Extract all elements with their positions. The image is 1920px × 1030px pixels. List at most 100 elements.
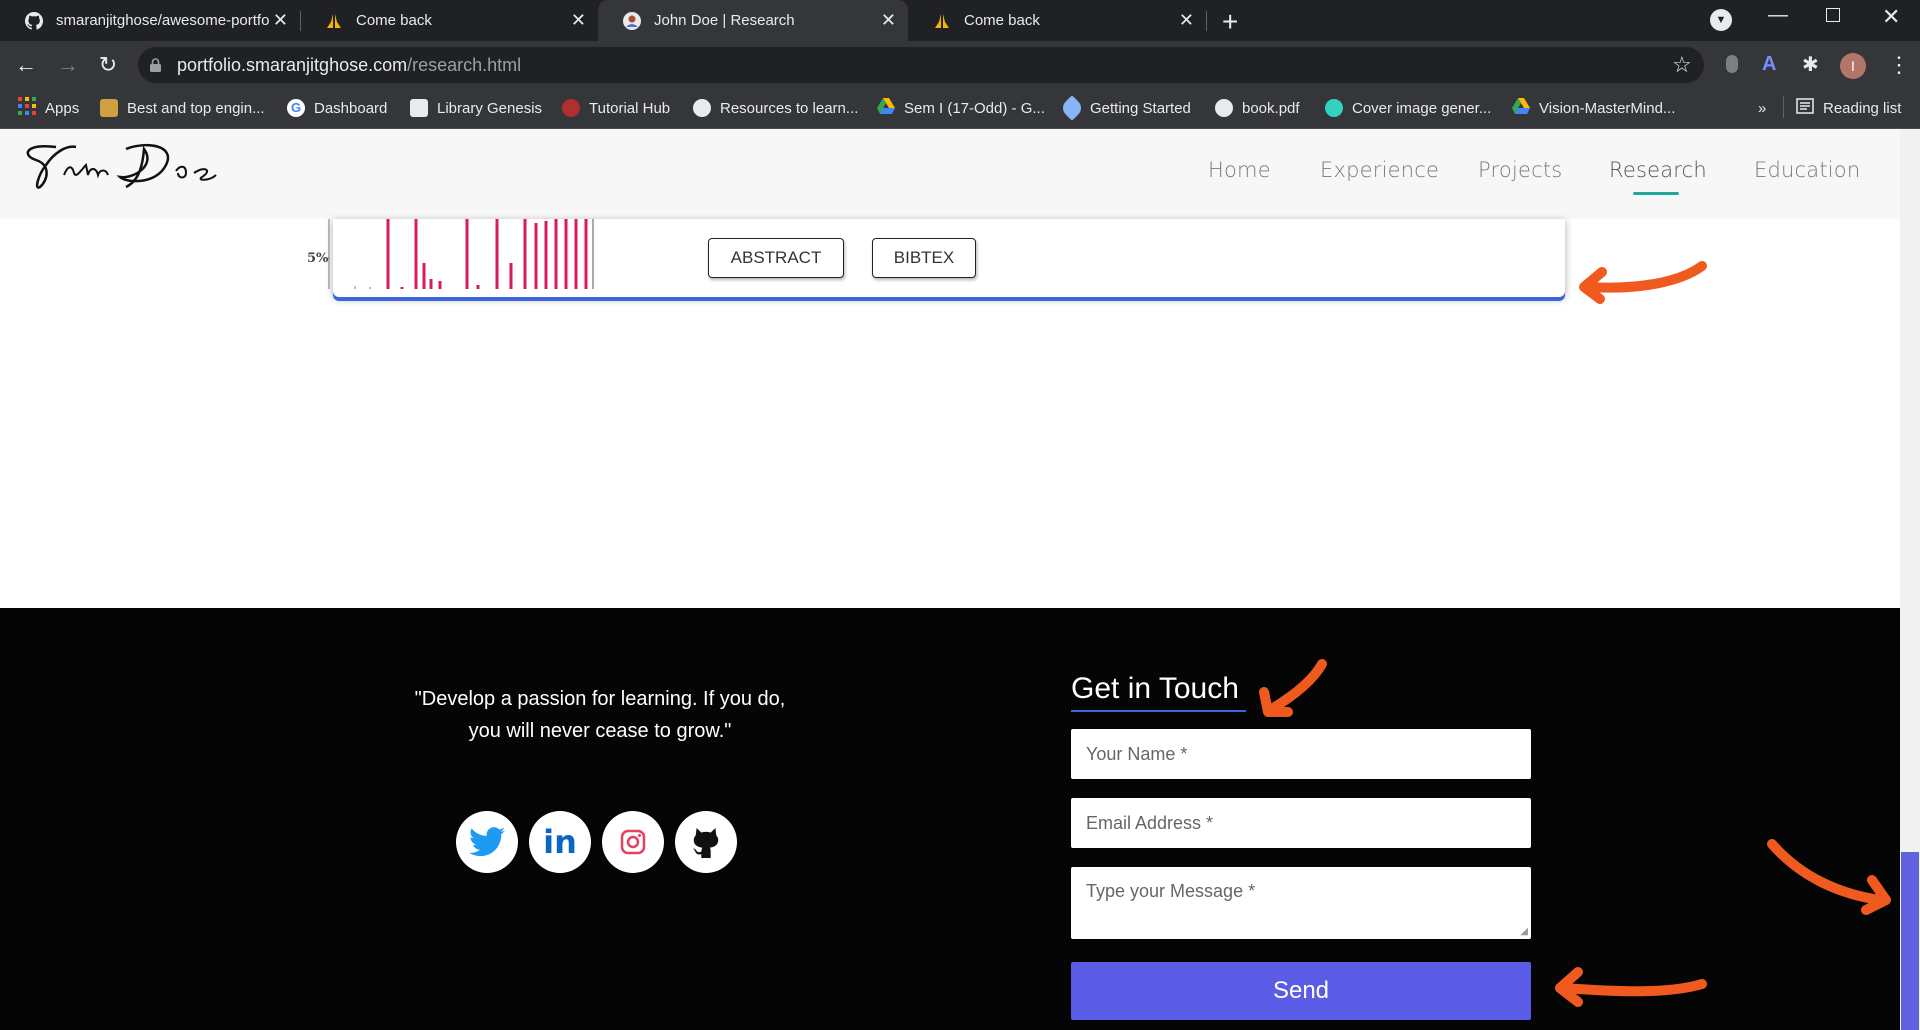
bookmark-library-genesis[interactable]: Library Genesis [410, 95, 542, 121]
bookmark-label: Getting Started [1090, 99, 1191, 117]
tab-title: John Doe | Research [654, 12, 795, 29]
close-icon[interactable]: ✕ [273, 10, 288, 31]
get-in-touch-heading: Get in Touch [1071, 672, 1239, 705]
bookmark-label: Library Genesis [437, 99, 543, 117]
drive-icon [877, 98, 895, 118]
book-icon [410, 99, 428, 117]
close-icon[interactable]: ✕ [881, 10, 896, 31]
quote-line: you will never cease to grow." [468, 720, 732, 742]
tab-title: Come back [964, 12, 1040, 29]
close-icon[interactable]: ✕ [1179, 10, 1194, 31]
globe-icon [1215, 99, 1233, 117]
back-arrow-icon[interactable]: ← [14, 52, 38, 77]
github-icon [24, 11, 44, 31]
praying-hands-icon [932, 11, 952, 31]
footer-quote: "Develop a passion for learning. If you … [390, 683, 810, 747]
bookmark-label: book.pdf [1242, 99, 1300, 117]
tab-title: Come back [356, 12, 432, 29]
close-icon[interactable]: ✕ [571, 10, 586, 31]
reading-list-icon [1796, 98, 1814, 118]
email-field[interactable]: Email Address * [1071, 798, 1531, 848]
bookmark-apps[interactable]: Apps [18, 95, 79, 121]
page-scrollbar-thumb[interactable] [1901, 852, 1919, 1030]
bookmark-label: Tutorial Hub [589, 99, 671, 117]
minimize-icon[interactable]: — [1768, 4, 1788, 27]
profile-avatar[interactable]: I [1840, 53, 1866, 79]
spider-icon [562, 99, 580, 117]
lock-icon[interactable] [150, 58, 161, 72]
google-icon: G [287, 99, 305, 117]
name-placeholder: Your Name * [1086, 743, 1188, 764]
tab-search-icon[interactable]: ▼ [1710, 9, 1732, 31]
bookmark-cover-image[interactable]: Cover image gener... [1325, 95, 1491, 121]
twitter-icon[interactable] [456, 811, 518, 873]
puzzle-extensions-icon[interactable]: ✱ [1802, 52, 1819, 77]
tab-come-back-2[interactable]: Come back ✕ [908, 0, 1206, 41]
url-text[interactable]: portfolio.smaranjitghose.com/research.ht… [177, 55, 521, 76]
bookmark-vision-mastermind[interactable]: Vision-MasterMind... [1512, 95, 1675, 121]
apps-grid-icon [18, 97, 36, 119]
site-footer [0, 608, 1900, 1030]
site-icon [100, 99, 118, 117]
drive-icon [1512, 98, 1530, 118]
bookmark-divider [1783, 96, 1784, 118]
github-icon [693, 99, 711, 117]
active-nav-underline [1633, 192, 1679, 195]
bookmark-label: Vision-MasterMind... [1539, 99, 1676, 117]
bibtex-button[interactable]: BIBTEX [872, 238, 976, 278]
github-icon[interactable] [675, 811, 737, 873]
tab-github[interactable]: smaranjitghose/awesome-portfo ✕ [0, 0, 300, 41]
bookmarks-overflow-button[interactable]: » [1758, 95, 1766, 121]
john-doe-signature-logo[interactable] [16, 135, 236, 195]
window-close-icon[interactable]: ✕ [1882, 4, 1900, 30]
bookmark-tutorial-hub[interactable]: Tutorial Hub [562, 95, 670, 121]
reload-icon[interactable]: ↻ [96, 52, 120, 77]
bookmark-label: Dashboard [314, 99, 388, 117]
tab-come-back-1[interactable]: Come back ✕ [300, 0, 598, 41]
email-placeholder: Email Address * [1086, 812, 1214, 833]
linkedin-icon[interactable]: in [529, 811, 591, 873]
kebab-menu-icon[interactable]: ⋮ [1888, 52, 1910, 78]
bookmark-label: Sem I (17-Odd) - G... [904, 99, 1045, 117]
profile-initial: I [1851, 58, 1855, 74]
abstract-button[interactable]: ABSTRACT [708, 238, 844, 278]
extension-icon[interactable] [1726, 55, 1738, 73]
praying-hands-icon [324, 11, 344, 31]
bookmark-label: Resources to learn... [720, 99, 859, 117]
bookmark-label: Cover image gener... [1352, 99, 1492, 117]
paper-figure-thumbnail: 5% [300, 219, 600, 291]
rocket-icon [1059, 95, 1085, 121]
tab-divider [1206, 11, 1207, 31]
tab-title: smaranjitghose/awesome-portfo [56, 12, 270, 29]
reading-list-button[interactable]: Reading list [1796, 95, 1901, 121]
send-button[interactable]: Send [1071, 962, 1531, 1020]
star-bookmark-icon[interactable]: ☆ [1672, 52, 1692, 78]
avatar-icon [622, 11, 642, 31]
bookmark-getting-started[interactable]: Getting Started [1059, 95, 1191, 121]
overflow-chevron-icon: » [1758, 99, 1767, 117]
nav-research[interactable]: Research [1609, 158, 1707, 182]
instagram-icon[interactable] [602, 811, 664, 873]
nav-experience[interactable]: Experience [1320, 158, 1439, 182]
bookmark-book-pdf[interactable]: book.pdf [1215, 95, 1300, 121]
circle-icon [1325, 99, 1343, 117]
bookmark-dashboard[interactable]: G Dashboard [287, 95, 387, 121]
url-path: /research.html [407, 55, 522, 75]
nav-education[interactable]: Education [1754, 158, 1860, 182]
bookmark-resources[interactable]: Resources to learn... [693, 95, 858, 121]
resize-handle-icon[interactable]: ◢ [1520, 926, 1528, 937]
new-tab-button[interactable]: + [1222, 6, 1238, 38]
message-textarea[interactable]: Type your Message * ◢ [1071, 867, 1531, 939]
nav-projects[interactable]: Projects [1478, 158, 1562, 182]
forward-arrow-icon[interactable]: → [56, 52, 80, 77]
translate-extension-icon[interactable]: A [1762, 53, 1776, 76]
bookmark-best-top-engin[interactable]: Best and top engin... [100, 95, 265, 121]
heading-underline [1071, 710, 1246, 712]
nav-home[interactable]: Home [1208, 158, 1271, 182]
message-placeholder: Type your Message * [1086, 881, 1256, 901]
quote-line: "Develop a passion for learning. If you … [414, 688, 786, 710]
restore-icon[interactable] [1826, 8, 1840, 22]
name-field[interactable]: Your Name * [1071, 729, 1531, 779]
bookmark-sem-i[interactable]: Sem I (17-Odd) - G... [877, 95, 1045, 121]
tab-research[interactable]: John Doe | Research ✕ [598, 0, 908, 41]
